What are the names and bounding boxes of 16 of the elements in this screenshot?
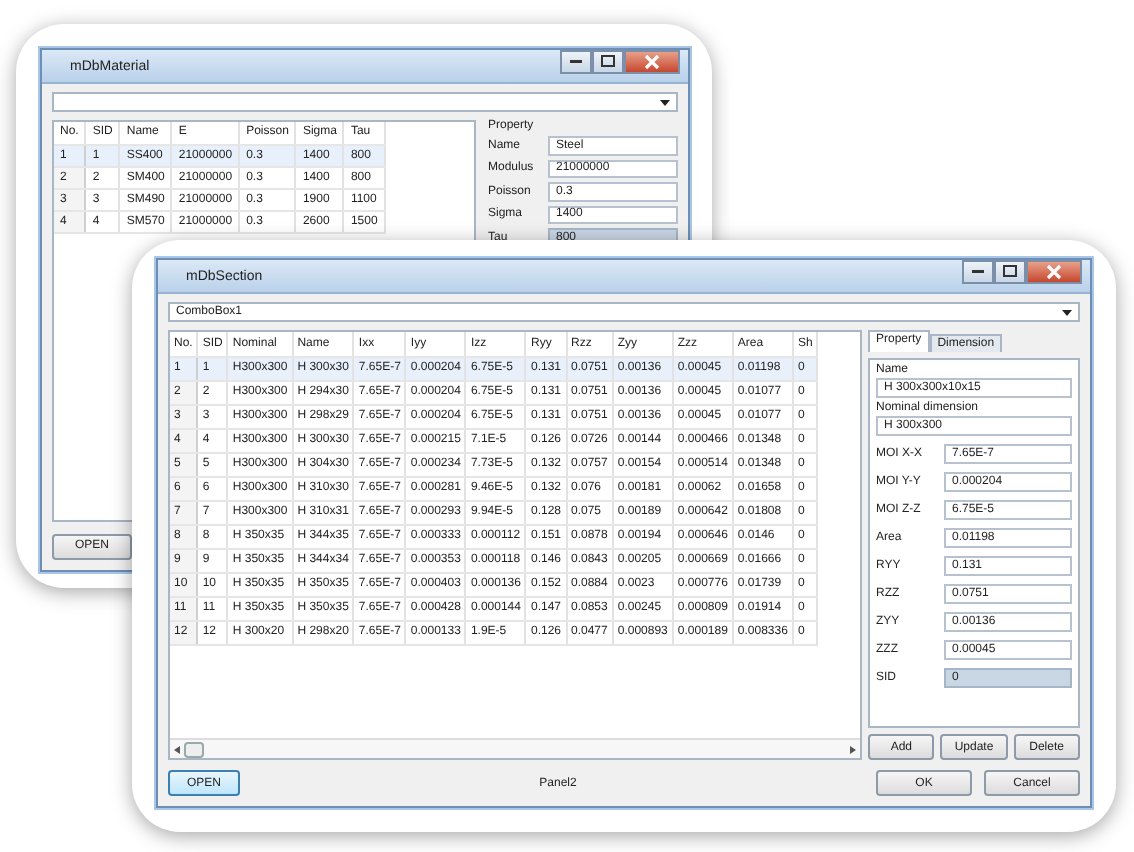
maximize-icon [600,54,616,70]
dropdown-arrow-icon[interactable] [660,99,670,105]
maximize-icon [1002,264,1018,280]
scroll-left-icon[interactable] [174,745,180,753]
close-icon [1046,264,1062,280]
dropdown-arrow-icon[interactable] [1062,309,1072,315]
scroll-thumb[interactable] [184,741,204,757]
horizontal-scrollbar[interactable] [170,738,860,758]
maximize-button[interactable] [592,50,624,74]
maximize-button[interactable] [994,260,1026,284]
close-button[interactable] [624,50,680,74]
minimize-button[interactable] [560,50,592,74]
minimize-button[interactable] [962,260,994,284]
close-button[interactable] [1026,260,1082,284]
close-icon [644,54,660,70]
scroll-right-icon[interactable] [850,745,856,753]
